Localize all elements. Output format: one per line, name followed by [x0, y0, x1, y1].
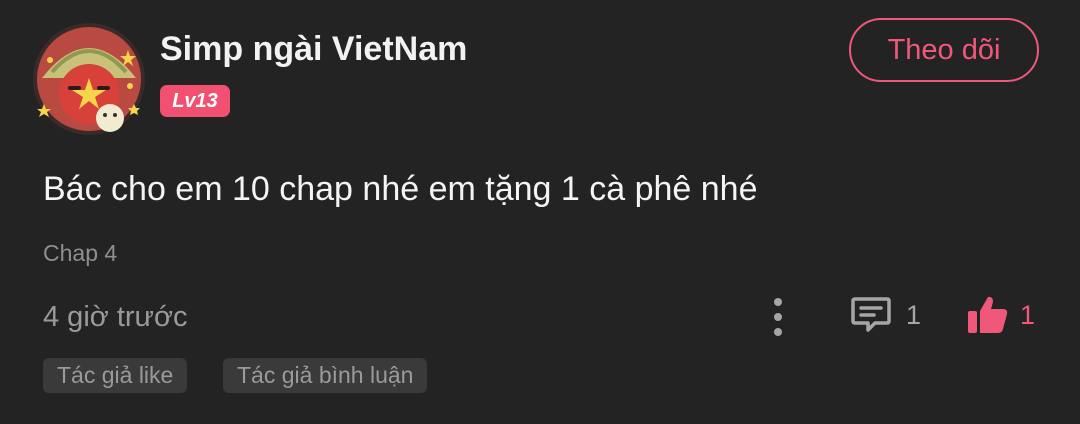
comment-icon: [851, 297, 891, 332]
tag-author-liked: Tác giả like: [43, 358, 188, 393]
more-vertical-icon-dot: [774, 328, 782, 336]
comment-text: Bác cho em 10 chap nhé em tặng 1 cà phê …: [43, 170, 758, 208]
timestamp: 4 giờ trước: [43, 301, 188, 333]
more-vertical-icon-dot: [774, 313, 782, 321]
avatar[interactable]: [30, 20, 148, 138]
level-badge: Lv13: [160, 85, 230, 117]
thumbs-up-icon: [968, 296, 1008, 333]
tag-author-replied: Tác giả bình luận: [223, 358, 428, 393]
avatar-image: [33, 23, 145, 135]
chapter-label[interactable]: Chap 4: [43, 240, 117, 267]
more-options-button[interactable]: [762, 296, 794, 338]
reply-count: 1: [906, 299, 922, 330]
like-count: 1: [1020, 299, 1036, 330]
reply-button[interactable]: 1: [850, 294, 930, 336]
like-button[interactable]: 1: [966, 292, 1042, 338]
comment-card: Simp ngài VietNam Lv13 Theo dõi Bác cho …: [0, 0, 1080, 424]
more-vertical-icon-dot: [774, 298, 782, 306]
username[interactable]: Simp ngài VietNam: [160, 30, 467, 69]
follow-button[interactable]: Theo dõi: [849, 18, 1039, 82]
